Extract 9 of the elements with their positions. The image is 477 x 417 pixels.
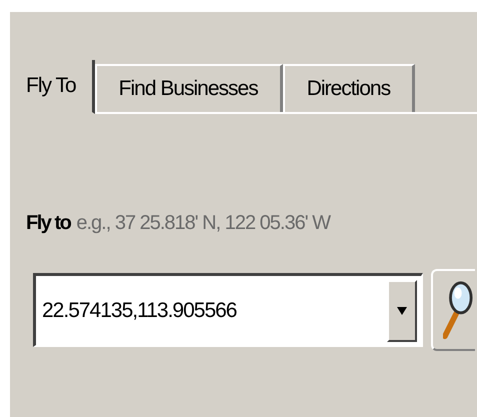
tab[interactable]: Find Businesses — [94, 64, 283, 112]
search-button[interactable] — [431, 269, 475, 351]
caret-icon — [396, 306, 408, 316]
fly-to-label: Fly to — [26, 212, 70, 235]
example-hint: e.g., 37 25.818' N, 122 05.36' W — [76, 212, 330, 235]
tab[interactable]: Directions — [282, 64, 416, 112]
dropdown-button[interactable] — [387, 280, 417, 342]
location-combo-box[interactable]: 22.574135,113.905566 — [33, 273, 423, 347]
tab[interactable]: Fly To — [10, 60, 95, 114]
